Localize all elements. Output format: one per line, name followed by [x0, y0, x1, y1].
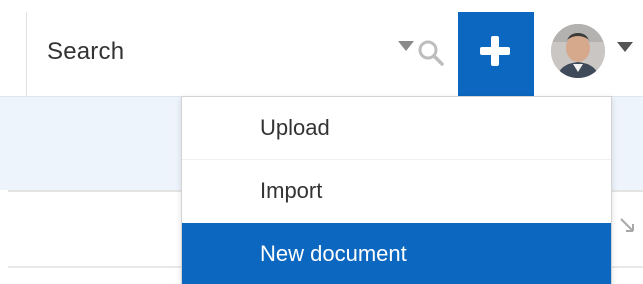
top-bar: Search — [0, 0, 643, 96]
scroll-arrow-icon[interactable] — [618, 216, 636, 234]
avatar[interactable] — [551, 24, 605, 78]
menu-item-import[interactable]: Import — [182, 159, 611, 222]
search-dropdown[interactable]: Search — [30, 12, 450, 92]
menu-item-label: New document — [260, 241, 407, 266]
menu-item-label: Upload — [260, 115, 330, 140]
menu-item-new-document[interactable]: New document — [182, 223, 611, 284]
add-button[interactable] — [458, 12, 534, 96]
user-photo-icon — [551, 24, 605, 78]
add-dropdown-menu: Upload Import New document — [181, 96, 612, 284]
plus-icon — [480, 36, 510, 66]
app-page: Search Upload Import New document — [0, 0, 643, 284]
search-icon[interactable] — [416, 38, 446, 68]
chevron-down-icon[interactable] — [398, 41, 414, 51]
menu-item-label: Import — [260, 178, 323, 203]
menu-item-upload[interactable]: Upload — [182, 97, 611, 159]
search-label: Search — [47, 38, 125, 65]
divider — [26, 12, 27, 96]
chevron-down-icon[interactable] — [617, 42, 633, 52]
